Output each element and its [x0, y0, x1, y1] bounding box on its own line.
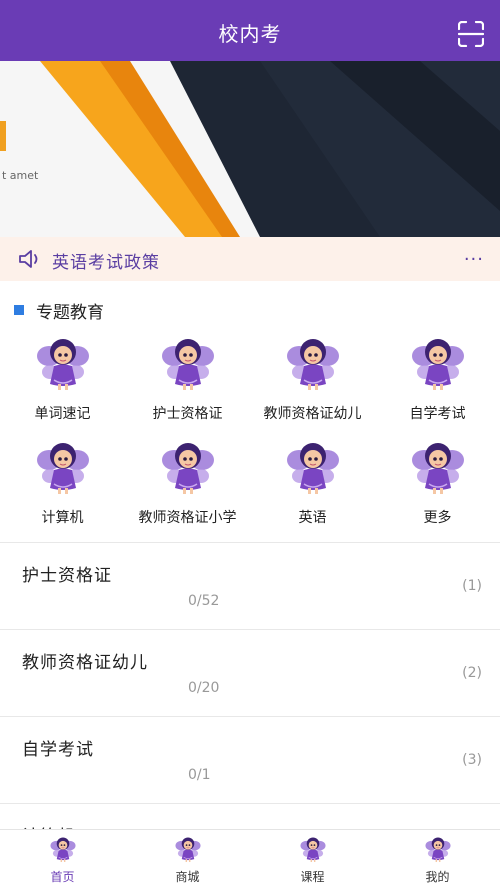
topic-label: 英语	[298, 510, 327, 526]
topic-item[interactable]: 英语	[250, 440, 375, 535]
section-title: 专题教育	[36, 303, 104, 323]
course-name: 护士资格证	[22, 566, 112, 586]
tab-label: 商城	[175, 870, 200, 884]
fairy-icon	[175, 836, 201, 863]
app-header: 校内考	[0, 0, 500, 61]
scan-icon[interactable]	[458, 21, 484, 47]
more-icon[interactable]: ···	[464, 249, 484, 270]
topic-label: 教师资格证幼儿	[263, 406, 362, 422]
fairy-icon	[286, 336, 340, 392]
tab-profile[interactable]: 我的	[375, 830, 500, 889]
course-row[interactable]: 护士资格证 0/52 (1)	[0, 543, 500, 629]
topic-label: 自学考试	[409, 406, 466, 422]
topic-item[interactable]: 教师资格证幼儿	[250, 336, 375, 431]
fairy-icon	[50, 836, 76, 863]
topic-item[interactable]: 计算机	[0, 440, 125, 535]
fairy-icon	[286, 440, 340, 496]
fairy-icon	[36, 336, 90, 392]
tab-label: 我的	[425, 870, 450, 884]
topic-item[interactable]: 更多	[375, 440, 500, 535]
notice-text[interactable]: 英语考试政策	[52, 248, 160, 273]
fairy-icon	[161, 440, 215, 496]
topic-item[interactable]: 教师资格证小学	[125, 440, 250, 535]
banner-graphic	[0, 61, 500, 237]
fairy-icon	[36, 440, 90, 496]
fairy-icon	[161, 336, 215, 392]
tab-label: 首页	[50, 870, 75, 884]
tab-label: 课程	[300, 870, 325, 884]
bottom-tab-bar: 首页 商城 课程 我的	[0, 829, 500, 889]
tab-home[interactable]: 首页	[0, 830, 125, 889]
page-title: 校内考	[218, 22, 282, 46]
course-progress: 0/52	[188, 593, 220, 609]
course-count: (3)	[462, 752, 482, 768]
topic-label: 护士资格证	[152, 406, 223, 422]
fairy-icon	[411, 336, 465, 392]
topic-item[interactable]: 自学考试	[375, 336, 500, 431]
fairy-icon	[411, 440, 465, 496]
speaker-icon	[19, 250, 38, 268]
topic-label: 单词速记	[34, 406, 91, 422]
topic-item[interactable]: 单词速记	[0, 336, 125, 431]
tab-mall[interactable]: 商城	[125, 830, 250, 889]
topic-label: 计算机	[41, 510, 84, 526]
topic-label: 更多	[423, 510, 452, 526]
course-name: 自学考试	[22, 740, 94, 760]
course-count: (1)	[462, 578, 482, 594]
banner-caption: t amet	[2, 169, 39, 182]
course-progress: 0/1	[188, 767, 211, 783]
promo-banner[interactable]: t amet	[0, 61, 500, 237]
topic-label: 教师资格证小学	[138, 510, 237, 526]
notice-bar[interactable]: 英语考试政策 ···	[0, 237, 500, 281]
course-row[interactable]: 自学考试 0/1 (3)	[0, 717, 500, 803]
course-count: (2)	[462, 665, 482, 681]
fairy-icon	[425, 836, 451, 863]
course-name: 教师资格证幼儿	[22, 653, 148, 673]
tab-courses[interactable]: 课程	[250, 830, 375, 889]
topic-item[interactable]: 护士资格证	[125, 336, 250, 431]
section-marker	[14, 305, 24, 315]
course-row[interactable]: 教师资格证幼儿 0/20 (2)	[0, 630, 500, 716]
course-progress: 0/20	[188, 680, 220, 696]
fairy-icon	[300, 836, 326, 863]
